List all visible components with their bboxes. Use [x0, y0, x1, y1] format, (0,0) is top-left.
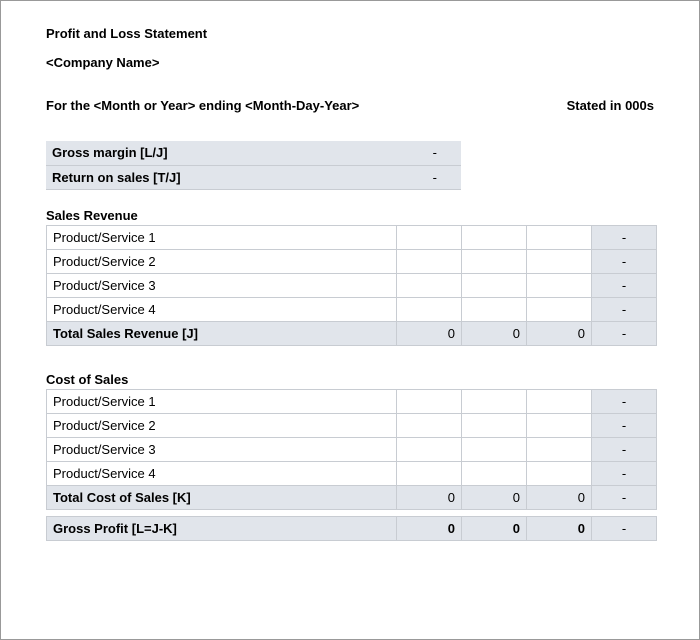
- sales-heading: Sales Revenue: [46, 208, 654, 223]
- sales-item-row: Product/Service 4 -: [47, 297, 657, 321]
- sales-item-row: Product/Service 3 -: [47, 273, 657, 297]
- sales-item-v1: [397, 225, 462, 249]
- sales-table: Product/Service 1-Product/Service 2-Prod…: [46, 225, 657, 346]
- cost-item-tot: -: [592, 437, 657, 461]
- cost-item-tot: -: [592, 389, 657, 413]
- gross-margin-value: -: [396, 141, 461, 165]
- sales-item-label: Product/Service 1: [47, 225, 397, 249]
- cost-item-row: Product/Service 3 -: [47, 437, 657, 461]
- gross-margin-label: Gross margin [L/J]: [46, 141, 396, 165]
- return-on-sales-row: Return on sales [T/J] -: [46, 165, 461, 189]
- sales-item-tot: -: [592, 273, 657, 297]
- gross-profit-v3: 0: [527, 516, 592, 540]
- sales-item-label: Product/Service 3: [47, 273, 397, 297]
- cost-item-v2: [462, 461, 527, 485]
- cost-item-v2: [462, 437, 527, 461]
- return-on-sales-label: Return on sales [T/J]: [46, 165, 396, 189]
- gross-profit-v1: 0: [397, 516, 462, 540]
- cost-total-label: Total Cost of Sales [K]: [47, 485, 397, 509]
- cost-total-v2: 0: [462, 485, 527, 509]
- sales-item-v2: [462, 225, 527, 249]
- sales-item-tot: -: [592, 297, 657, 321]
- sales-total-row: Total Sales Revenue [J] 0 0 0 -: [47, 321, 657, 345]
- sales-item-tot: -: [592, 249, 657, 273]
- period-text: For the <Month or Year> ending <Month-Da…: [46, 98, 359, 113]
- sales-item-tot: -: [592, 225, 657, 249]
- sales-total-v1: 0: [397, 321, 462, 345]
- cost-item-label: Product/Service 3: [47, 437, 397, 461]
- period-row: For the <Month or Year> ending <Month-Da…: [46, 98, 654, 113]
- sales-total-label: Total Sales Revenue [J]: [47, 321, 397, 345]
- cost-item-row: Product/Service 1 -: [47, 389, 657, 413]
- sales-rows: Product/Service 1-Product/Service 2-Prod…: [47, 225, 657, 321]
- gross-profit-table: Gross Profit [L=J-K] 0 0 0 -: [46, 516, 657, 541]
- cost-item-v3: [527, 389, 592, 413]
- cost-item-row: Product/Service 4 -: [47, 461, 657, 485]
- page-title: Profit and Loss Statement: [46, 26, 654, 41]
- cost-total-v1: 0: [397, 485, 462, 509]
- sales-item-v3: [527, 249, 592, 273]
- gross-margin-row: Gross margin [L/J] -: [46, 141, 461, 165]
- gross-profit-v2: 0: [462, 516, 527, 540]
- cost-item-label: Product/Service 2: [47, 413, 397, 437]
- cost-item-row: Product/Service 2 -: [47, 413, 657, 437]
- sales-total-v3: 0: [527, 321, 592, 345]
- cost-item-v2: [462, 389, 527, 413]
- cost-item-v3: [527, 461, 592, 485]
- sales-item-v2: [462, 249, 527, 273]
- cost-item-tot: -: [592, 461, 657, 485]
- cost-heading: Cost of Sales: [46, 372, 654, 387]
- cost-item-tot: -: [592, 413, 657, 437]
- cost-item-label: Product/Service 1: [47, 389, 397, 413]
- sales-item-v1: [397, 273, 462, 297]
- cost-item-v2: [462, 413, 527, 437]
- cost-total-tot: -: [592, 485, 657, 509]
- gross-profit-tot: -: [592, 516, 657, 540]
- sales-item-label: Product/Service 4: [47, 297, 397, 321]
- cost-total-row: Total Cost of Sales [K] 0 0 0 -: [47, 485, 657, 509]
- cost-item-v1: [397, 413, 462, 437]
- sales-item-v2: [462, 273, 527, 297]
- company-name: <Company Name>: [46, 55, 654, 70]
- cost-table: Product/Service 1-Product/Service 2-Prod…: [46, 389, 657, 510]
- sales-item-label: Product/Service 2: [47, 249, 397, 273]
- cost-item-v1: [397, 389, 462, 413]
- cost-rows: Product/Service 1-Product/Service 2-Prod…: [47, 389, 657, 485]
- sales-item-v3: [527, 297, 592, 321]
- sales-item-v1: [397, 297, 462, 321]
- sales-item-row: Product/Service 2 -: [47, 249, 657, 273]
- cost-item-label: Product/Service 4: [47, 461, 397, 485]
- metrics-block: Gross margin [L/J] - Return on sales [T/…: [46, 141, 446, 190]
- sales-item-v2: [462, 297, 527, 321]
- cost-item-v1: [397, 437, 462, 461]
- sales-item-v1: [397, 249, 462, 273]
- sales-total-v2: 0: [462, 321, 527, 345]
- gross-profit-row: Gross Profit [L=J-K] 0 0 0 -: [47, 516, 657, 540]
- sales-item-v3: [527, 273, 592, 297]
- sales-item-v3: [527, 225, 592, 249]
- profit-loss-statement: Profit and Loss Statement <Company Name>…: [0, 0, 700, 640]
- cost-item-v1: [397, 461, 462, 485]
- sales-total-tot: -: [592, 321, 657, 345]
- sales-item-row: Product/Service 1 -: [47, 225, 657, 249]
- cost-item-v3: [527, 437, 592, 461]
- cost-item-v3: [527, 413, 592, 437]
- gross-profit-label: Gross Profit [L=J-K]: [47, 516, 397, 540]
- stated-text: Stated in 000s: [567, 98, 654, 113]
- return-on-sales-value: -: [396, 165, 461, 189]
- cost-total-v3: 0: [527, 485, 592, 509]
